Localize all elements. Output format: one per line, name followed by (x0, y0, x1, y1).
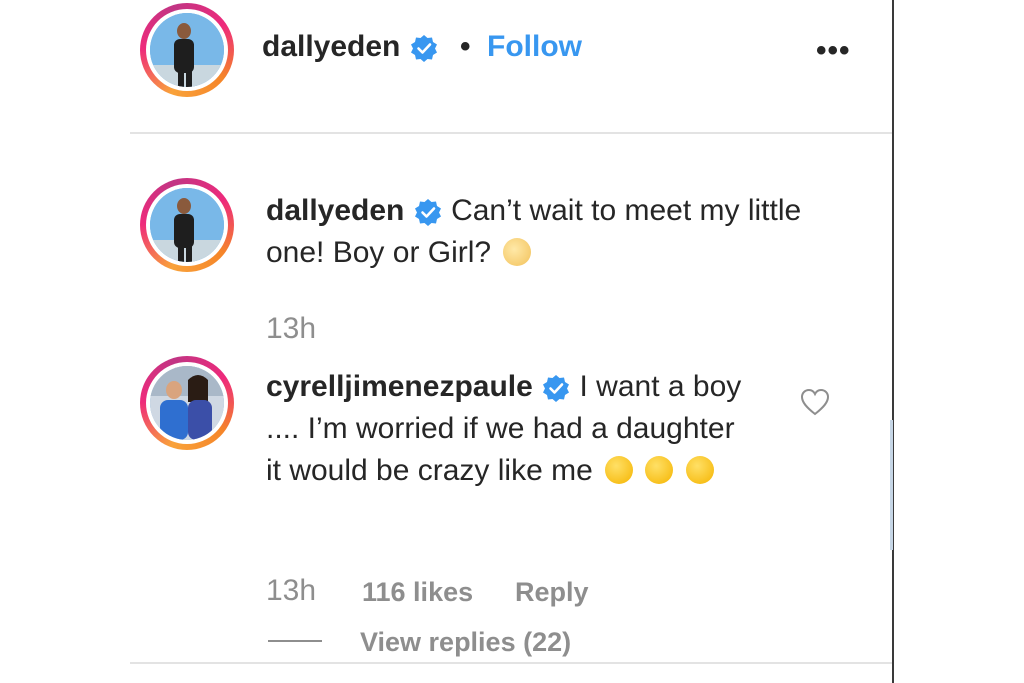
comment-username[interactable]: cyrelljimenezpaule (266, 370, 533, 403)
like-heart-icon[interactable] (800, 388, 830, 416)
comment-timestamp[interactable]: 13h (266, 574, 316, 608)
avatar-image (150, 13, 224, 87)
avatar-image (150, 366, 224, 440)
verified-badge-icon (543, 375, 570, 403)
more-options-icon[interactable]: ••• (816, 34, 851, 68)
panel-border (892, 0, 894, 683)
scrollbar[interactable] (890, 420, 893, 550)
header-divider (130, 132, 892, 134)
angel-baby-emoji-icon (503, 238, 532, 266)
rofl-emoji-icon (605, 456, 634, 484)
verified-badge-icon (410, 35, 437, 63)
bottom-divider (130, 662, 892, 664)
reply-button[interactable]: Reply (515, 577, 589, 608)
header-username[interactable]: dallyeden (262, 30, 439, 64)
comment-avatar[interactable] (140, 356, 234, 450)
joy-emoji-icon (645, 456, 674, 484)
caption-text: dallyeden Can’t wait to meet my little o… (266, 190, 826, 274)
post-header: dallyeden • Follow ••• (0, 0, 892, 132)
post-panel: dallyeden • Follow ••• dallyeden Can’t w… (0, 0, 892, 683)
caption-avatar[interactable] (140, 178, 234, 272)
separator-dot: • (460, 30, 471, 63)
rofl-emoji-icon (685, 456, 714, 484)
replies-line (268, 640, 322, 642)
comment-likes[interactable]: 116 likes (362, 577, 473, 608)
caption-timestamp[interactable]: 13h (266, 312, 316, 346)
verified-badge-icon (414, 199, 441, 227)
header-avatar[interactable] (140, 3, 234, 97)
avatar-image (150, 188, 224, 262)
comment-text: cyrelljimenezpaule I want a boy .... I’m… (266, 366, 746, 492)
caption-username[interactable]: dallyeden (266, 194, 404, 227)
follow-button[interactable]: Follow (487, 30, 582, 64)
view-replies-button[interactable]: View replies (22) (360, 627, 571, 658)
